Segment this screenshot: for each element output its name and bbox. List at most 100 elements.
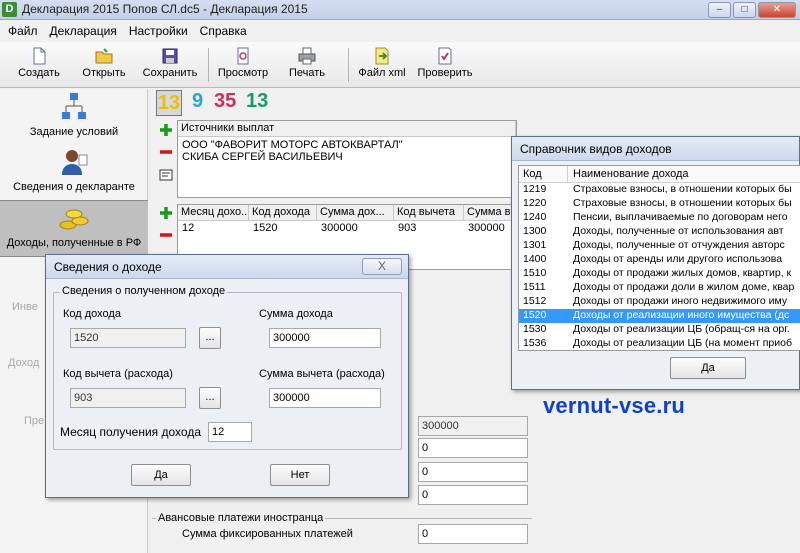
rate-tab-35[interactable]: 35 <box>214 90 236 113</box>
sources-list[interactable]: Источники выплат ООО "ФАВОРИТ МОТОРС АВТ… <box>177 120 517 198</box>
col-header-code[interactable]: Код <box>523 168 542 180</box>
close-window-button[interactable]: ✕ <box>758 2 796 18</box>
remove-source-icon[interactable] <box>159 145 173 159</box>
maximize-button[interactable]: □ <box>733 2 756 18</box>
income-codes-yes-button[interactable]: Да <box>670 357 746 379</box>
list-item-code: 1219 <box>523 183 547 195</box>
open-button[interactable]: Открыть <box>78 45 130 85</box>
list-item[interactable]: 1220 Страховые взносы, в отношении которы… <box>519 197 800 211</box>
rate-tabs-bar: 13 9 35 13 <box>152 88 800 118</box>
income-sum-label: Сумма дохода <box>259 308 333 320</box>
list-item[interactable]: 1520 Доходы от реализации иного имущества… <box>519 309 800 323</box>
fixed-payments-label: Сумма фиксированных платежей <box>182 528 353 540</box>
total-income-field: 300000 <box>418 416 528 436</box>
summary-field-2[interactable]: 0 <box>418 438 528 458</box>
printer-icon <box>298 47 316 65</box>
rate-tab-13-nonresident[interactable]: 13 <box>246 90 268 113</box>
list-item[interactable]: 1536 Доходы от реализации ЦБ (на момент п… <box>519 337 800 350</box>
list-item[interactable]: 1300 Доходы, полученные от использования … <box>519 225 800 239</box>
list-item[interactable]: 1511 Доходы от продажи доли в жилом доме,… <box>519 281 800 295</box>
list-item-name: Доходы от реализации иного имущества (дс <box>573 309 790 321</box>
cell-deduction-code: 903 <box>398 222 417 234</box>
list-item[interactable]: 1240 Пенсии, выплачиваемые по договорам н… <box>519 211 800 225</box>
nav-label-hidden-investment: Инве <box>12 301 38 313</box>
summary-field-4[interactable]: 0 <box>418 485 528 505</box>
nav-label-conditions: Задание условий <box>29 126 119 138</box>
col-header-income-sum[interactable]: Сумма дох... <box>317 205 394 221</box>
title-bar: D Декларация 2015 Попов СЛ.dc5 - Деклара… <box>0 0 800 20</box>
rate-tab-13[interactable]: 13 <box>156 90 182 116</box>
print-button[interactable]: Печать <box>284 45 330 85</box>
col-header-deduction-code[interactable]: Код вычета <box>394 205 464 221</box>
nav-item-conditions[interactable]: Задание условий <box>0 92 148 138</box>
person-icon <box>62 150 88 175</box>
income-details-yes-button[interactable]: Да <box>131 464 191 486</box>
toolbar: Создать Открыть Сохранить Просмотр Печат… <box>0 42 800 88</box>
list-item[interactable]: 1512 Доходы от продажи иного недвижимого … <box>519 295 800 309</box>
xml-file-label: Файл xml <box>358 67 406 79</box>
list-item[interactable]: 1219 Страховые взносы, в отношении которы… <box>519 183 800 197</box>
col-header-income-code[interactable]: Код дохода <box>249 205 317 221</box>
floppy-disk-icon <box>162 48 178 64</box>
create-label: Создать <box>18 67 60 79</box>
remove-income-icon[interactable] <box>159 228 173 242</box>
edit-source-icon[interactable] <box>159 167 173 181</box>
print-label: Печать <box>288 67 326 79</box>
menu-settings[interactable]: Настройки <box>121 21 192 38</box>
month-field[interactable]: 12 <box>208 422 252 442</box>
table-row[interactable]: 12 1520 300000 903 300000 <box>178 221 516 235</box>
add-income-icon[interactable] <box>159 206 173 220</box>
menu-file[interactable]: Файл <box>0 21 42 38</box>
list-item[interactable]: 1530 Доходы от реализации ЦБ (обращ-ся на… <box>519 323 800 337</box>
income-codes-dialog: Справочник видов доходов Код Наименовани… <box>511 136 800 390</box>
list-item-code: 1511 <box>523 281 546 293</box>
xml-file-button[interactable]: Файл xml <box>354 45 410 85</box>
col-header-deduction-sum[interactable]: Сумма в <box>464 205 518 221</box>
summary-field-3[interactable]: 0 <box>418 462 528 482</box>
received-income-group-title: Сведения о полученном доходе <box>60 285 228 297</box>
list-item[interactable]: 1400 Доходы от аренды или другого использ… <box>519 253 800 267</box>
fixed-payments-field[interactable]: 0 <box>418 524 528 544</box>
nav-item-income-rf[interactable]: Доходы, полученные в РФ <box>0 200 148 257</box>
rate-tab-9[interactable]: 9 <box>192 90 203 113</box>
col-header-month[interactable]: Месяц дохо... <box>178 205 249 221</box>
check-button[interactable]: Проверить <box>414 45 476 85</box>
income-sum-field[interactable]: 300000 <box>269 328 381 348</box>
source-row[interactable]: ООО "ФАВОРИТ МОТОРС АВТОКВАРТАЛ" <box>182 139 512 151</box>
col-header-name[interactable]: Наименование дохода <box>573 168 689 180</box>
income-details-no-button[interactable]: Нет <box>270 464 330 486</box>
deduction-sum-field[interactable]: 300000 <box>269 388 381 408</box>
menu-help[interactable]: Справка <box>192 21 251 38</box>
nav-item-declarant[interactable]: Сведения о декларанте <box>0 147 148 193</box>
coins-icon <box>59 209 89 230</box>
nav-label-hidden-pre: Пре <box>24 415 45 427</box>
received-income-group: Сведения о полученном доходе Код дохода … <box>53 285 402 450</box>
close-dialog-button[interactable]: X <box>362 258 402 275</box>
list-item-name: Страховые взносы, в отношении которых бы <box>573 197 792 209</box>
save-button[interactable]: Сохранить <box>138 45 202 85</box>
list-item-name: Доходы от аренды или другого использова <box>573 253 783 265</box>
nav-label-income-rf: Доходы, полученные в РФ <box>6 237 142 249</box>
list-item[interactable]: 1510 Доходы от продажи жилых домов, кварт… <box>519 267 800 281</box>
hierarchy-icon <box>62 93 86 119</box>
list-item-code: 1300 <box>523 225 547 237</box>
source-row[interactable]: СКИБА СЕРГЕЙ ВАСИЛЬЕВИЧ <box>182 151 512 163</box>
browse-income-code-button[interactable]: ... <box>199 327 221 349</box>
preview-button[interactable]: Просмотр <box>214 45 272 85</box>
deduction-sum-label: Сумма вычета (расхода) <box>259 368 385 380</box>
income-details-dialog-titlebar: Сведения о доходе X <box>46 255 408 279</box>
browse-deduction-code-button[interactable]: ... <box>199 387 221 409</box>
add-source-icon[interactable] <box>159 123 173 137</box>
list-item[interactable]: 1301 Доходы, полученные от отчуждения авт… <box>519 239 800 253</box>
income-details-dialog: Сведения о доходе X Сведения о полученно… <box>45 254 409 498</box>
check-label: Проверить <box>417 67 473 79</box>
income-codes-list[interactable]: Код Наименование дохода 1219 Страховые вз… <box>518 165 800 351</box>
create-button[interactable]: Создать <box>14 45 64 85</box>
menu-declaration[interactable]: Декларация <box>42 21 121 38</box>
check-document-icon <box>438 47 452 65</box>
list-item-code: 1536 <box>523 337 547 349</box>
list-item-code: 1220 <box>523 197 547 209</box>
list-item-name: Доходы от продажи жилых домов, квартир, … <box>573 267 792 279</box>
minimize-button[interactable]: – <box>708 2 731 18</box>
list-item-name: Доходы от продажи иного недвижимого иму <box>573 295 788 307</box>
